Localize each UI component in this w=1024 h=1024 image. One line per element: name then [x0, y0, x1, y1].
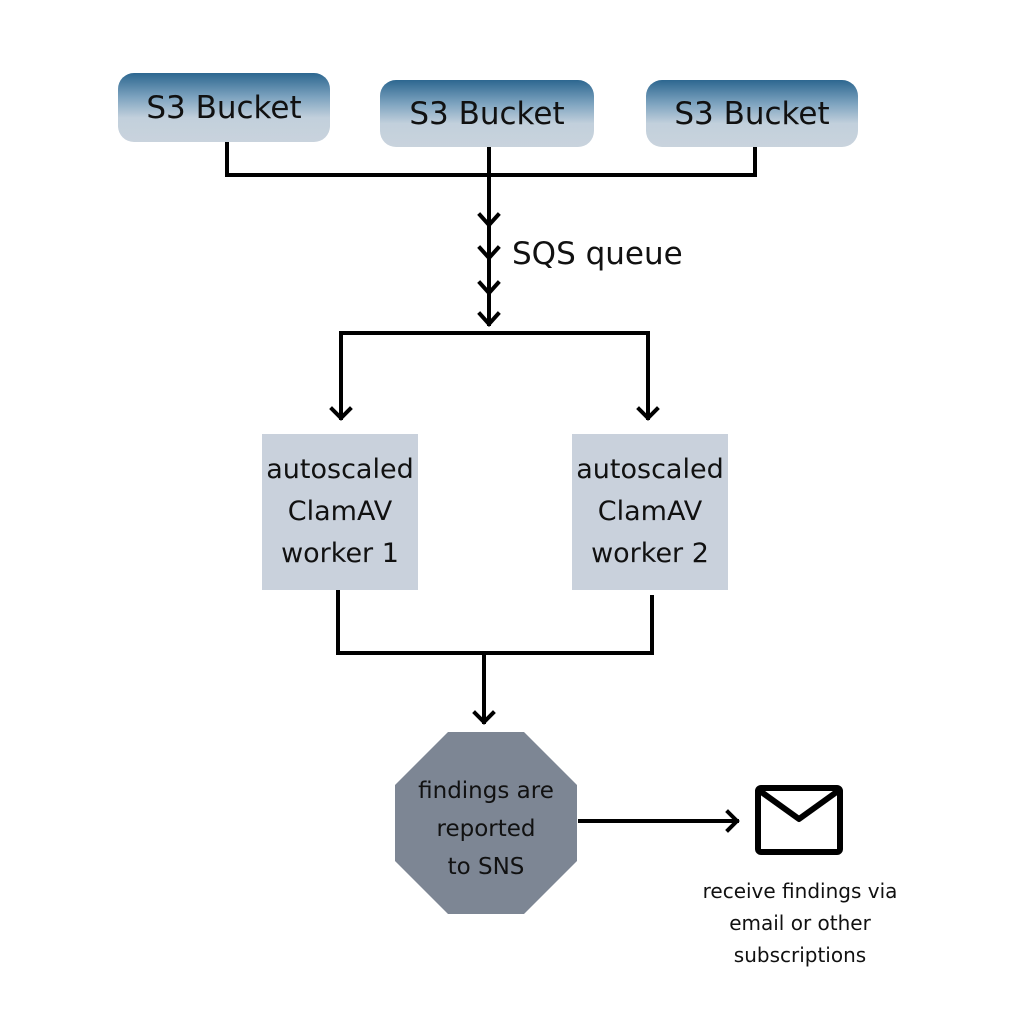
worker-label-line: worker 2	[591, 538, 709, 569]
s3-bucket-label: S3 Bucket	[409, 95, 565, 132]
diagram-canvas: S3 Bucket S3 Bucket S3 Bucket SQS queue …	[0, 0, 1024, 1024]
caption-line: email or other	[729, 911, 871, 935]
caption-line: receive findings via	[702, 879, 898, 903]
clamav-worker-1: autoscaled ClamAV worker 1	[262, 434, 418, 590]
worker-label-line: autoscaled	[266, 454, 414, 485]
sns-label: findings are reported to SNS	[395, 772, 577, 886]
worker-label-line: ClamAV	[287, 496, 393, 527]
envelope-icon	[755, 785, 843, 855]
clamav-worker-2: autoscaled ClamAV worker 2	[572, 434, 728, 590]
sns-label-line: to SNS	[447, 854, 525, 880]
s3-bucket-3: S3 Bucket	[646, 80, 858, 147]
s3-bucket-1: S3 Bucket	[118, 73, 330, 142]
sns-label-line: reported	[436, 816, 536, 842]
worker-split-line	[339, 331, 650, 420]
worker-label-line: autoscaled	[576, 454, 724, 485]
s3-bucket-2: S3 Bucket	[380, 80, 594, 147]
caption-line: subscriptions	[733, 943, 867, 967]
worker-merge-line	[336, 588, 654, 724]
worker-label-line: ClamAV	[597, 496, 703, 527]
s3-bucket-label: S3 Bucket	[674, 95, 830, 132]
sns-label-line: findings are	[418, 778, 554, 804]
subscription-arrow	[578, 809, 740, 833]
subscription-caption: receive findings via email or other subs…	[680, 875, 920, 971]
s3-bucket-label: S3 Bucket	[146, 89, 302, 126]
worker-label-line: worker 1	[281, 538, 399, 569]
sqs-queue-label: SQS queue	[512, 236, 683, 272]
